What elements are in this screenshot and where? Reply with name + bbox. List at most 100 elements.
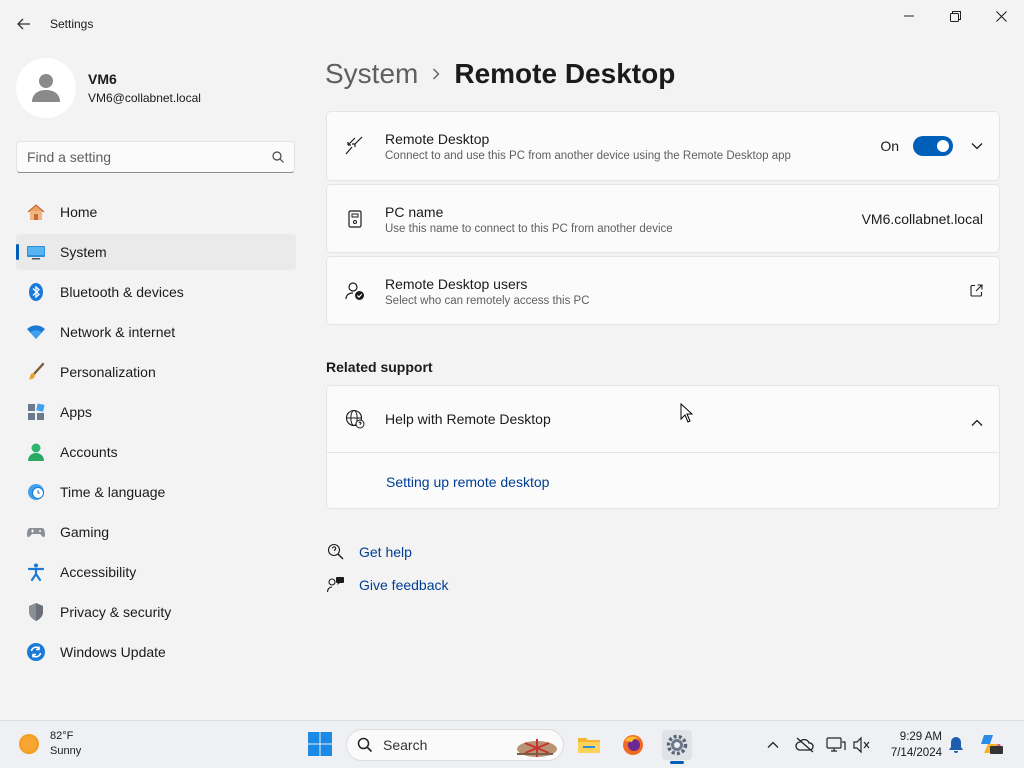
bluetooth-icon	[26, 282, 46, 302]
sidebar-item-accessibility[interactable]: Accessibility	[16, 554, 296, 590]
sidebar-item-label: Accounts	[60, 444, 118, 460]
related-support-heading: Related support	[326, 359, 433, 375]
user-avatar-icon	[32, 74, 60, 102]
settings-app-button[interactable]	[662, 730, 692, 764]
network-icon[interactable]	[826, 735, 846, 755]
close-icon	[995, 10, 1007, 22]
start-button[interactable]	[307, 731, 335, 759]
sidebar-item-network[interactable]: Network & internet	[16, 314, 296, 350]
chevron-right-icon	[432, 64, 440, 85]
get-help-icon	[326, 542, 346, 562]
home-icon	[26, 202, 46, 222]
chevron-up-icon[interactable]	[763, 735, 783, 755]
sidebar-item-system[interactable]: System	[16, 234, 296, 270]
weather-widget[interactable]: 82°F Sunny	[18, 729, 81, 759]
onedrive-offline-icon[interactable]	[795, 735, 815, 755]
system-icon	[26, 242, 46, 262]
minimize-button[interactable]	[886, 0, 932, 32]
wifi-icon	[26, 322, 46, 342]
feedback-icon	[326, 575, 346, 595]
pc-name-icon	[345, 209, 365, 229]
give-feedback-link[interactable]: Give feedback	[359, 577, 449, 593]
globe-help-icon	[345, 409, 365, 429]
brush-icon	[26, 362, 46, 382]
back-button[interactable]	[12, 12, 36, 36]
sidebar-item-windows-update[interactable]: Windows Update	[16, 634, 296, 670]
sidebar-item-personalization[interactable]: Personalization	[16, 354, 296, 390]
pc-name-card: PC name Use this name to connect to this…	[326, 184, 1000, 253]
mouse-cursor-icon	[680, 403, 693, 423]
remote-desktop-card[interactable]: Remote Desktop Connect to and use this P…	[326, 111, 1000, 181]
sidebar-item-apps[interactable]: Apps	[16, 394, 296, 430]
chevron-up-icon[interactable]	[971, 414, 983, 432]
windows-logo-icon	[308, 732, 332, 756]
sidebar-item-label: Home	[60, 204, 98, 220]
close-button[interactable]	[978, 0, 1024, 32]
profile-name: VM6	[88, 71, 117, 87]
get-help-link[interactable]: Get help	[359, 544, 412, 560]
sidebar-item-accounts[interactable]: Accounts	[16, 434, 296, 470]
sidebar-item-label: Privacy & security	[60, 604, 172, 620]
sidebar-item-label: Windows Update	[60, 644, 166, 660]
remote-desktop-users-card[interactable]: Remote Desktop users Select who can remo…	[326, 256, 1000, 325]
sidebar-item-label: System	[60, 244, 107, 260]
help-header[interactable]: Help with Remote Desktop	[327, 386, 999, 453]
notification-bell-icon[interactable]	[946, 735, 966, 755]
clock-globe-icon	[26, 482, 46, 502]
help-card: Help with Remote Desktop Setting up remo…	[326, 385, 1000, 509]
firefox-icon	[623, 735, 643, 755]
chevron-down-icon[interactable]	[971, 137, 983, 155]
user-profile[interactable]: VM6 VM6@collabnet.local	[16, 58, 201, 118]
help-links: Get help Give feedback	[326, 540, 449, 606]
copilot-icon[interactable]	[980, 732, 1004, 756]
sun-icon	[19, 734, 39, 754]
avatar	[16, 58, 76, 118]
sidebar-item-home[interactable]: Home	[16, 194, 296, 230]
search-icon	[357, 737, 373, 753]
toggle-state-label: On	[880, 138, 899, 154]
file-explorer-button[interactable]	[574, 730, 604, 760]
search-placeholder: Find a setting	[27, 149, 112, 165]
minimize-icon	[904, 15, 914, 17]
pc-name-title: PC name	[385, 204, 444, 220]
sidebar-item-label: Bluetooth & devices	[60, 284, 184, 300]
sidebar-item-label: Network & internet	[60, 324, 176, 340]
setting-up-remote-desktop-link[interactable]: Setting up remote desktop	[386, 474, 549, 490]
pc-name-value: VM6.collabnet.local	[861, 211, 983, 227]
remote-desktop-subtitle: Connect to and use this PC from another …	[385, 150, 791, 162]
rd-users-subtitle: Select who can remotely access this PC	[385, 295, 590, 307]
taskbar-search-label: Search	[383, 737, 428, 753]
page-title: Remote Desktop	[454, 58, 676, 89]
sidebar-item-label: Time & language	[60, 484, 166, 500]
back-arrow-icon	[17, 18, 30, 30]
taskbar: 82°F Sunny Search 9:29 AM 7/14/2024	[0, 720, 1024, 768]
accessibility-icon	[26, 562, 46, 582]
breadcrumb: System Remote Desktop	[325, 58, 675, 90]
search-input[interactable]: Find a setting	[16, 141, 295, 173]
shield-icon	[26, 602, 46, 622]
taskbar-search[interactable]: Search	[346, 729, 564, 761]
remote-desktop-toggle[interactable]	[913, 136, 953, 156]
firefox-button[interactable]	[618, 730, 648, 760]
app-title: Settings	[50, 17, 94, 31]
sidebar-item-time-language[interactable]: Time & language	[16, 474, 296, 510]
sidebar-item-privacy-security[interactable]: Privacy & security	[16, 594, 296, 630]
sidebar-item-gaming[interactable]: Gaming	[16, 514, 296, 550]
clock-time: 9:29 AM	[899, 731, 942, 743]
restore-button[interactable]	[932, 0, 978, 32]
open-external-icon	[970, 284, 983, 302]
sidebar-nav: Home System Bluetooth & devices Network …	[16, 194, 296, 674]
sidebar-item-label: Accessibility	[60, 564, 137, 580]
volume-muted-icon[interactable]	[852, 735, 872, 755]
help-title: Help with Remote Desktop	[385, 411, 551, 427]
sidebar-item-bluetooth[interactable]: Bluetooth & devices	[16, 274, 296, 310]
rd-users-title: Remote Desktop users	[385, 276, 528, 292]
weather-temp: 82°F	[50, 730, 74, 742]
restore-icon	[949, 10, 961, 22]
system-clock[interactable]: 9:29 AM 7/14/2024	[880, 729, 942, 761]
search-icon	[272, 151, 284, 163]
sidebar-item-label: Apps	[60, 404, 92, 420]
gamepad-icon	[26, 522, 46, 542]
breadcrumb-parent[interactable]: System	[325, 58, 418, 90]
search-highlight-icon	[517, 739, 557, 757]
